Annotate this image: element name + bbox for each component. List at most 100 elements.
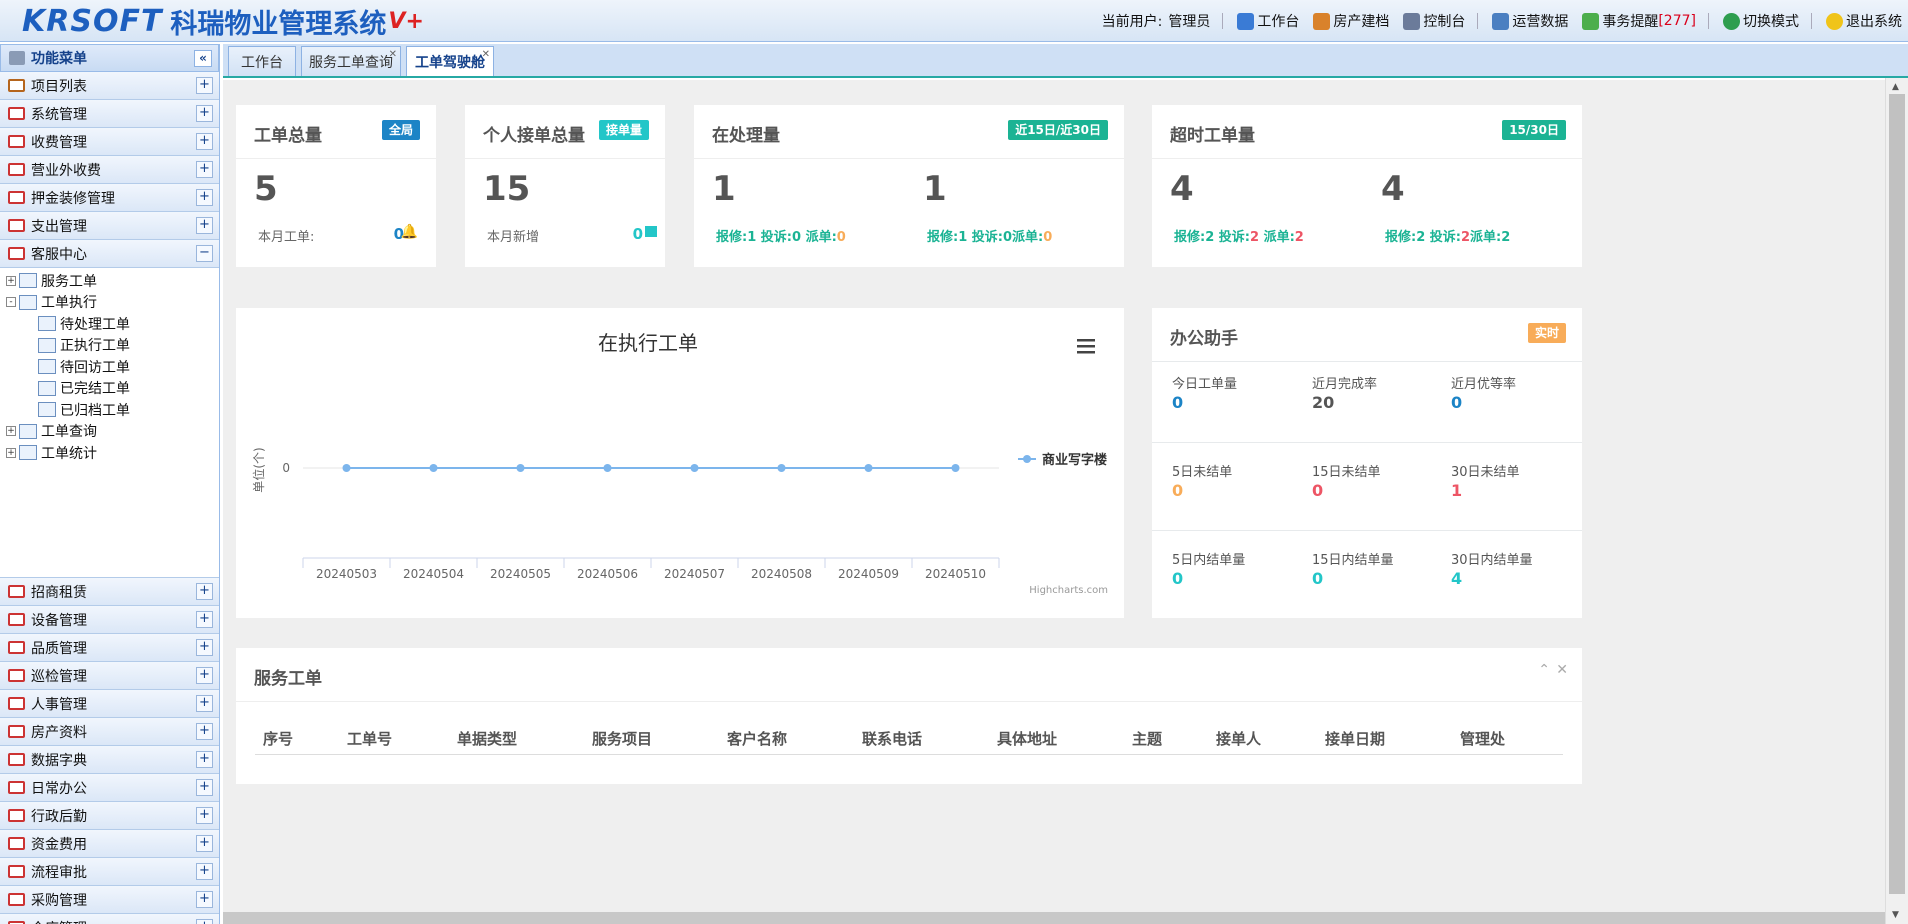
tab-order-cockpit[interactable]: 工单驾驶舱 ✕	[406, 46, 494, 76]
workbench-link[interactable]: 工作台	[1237, 11, 1299, 31]
sidebar-section[interactable]: 数据字典 +	[0, 746, 219, 774]
data-point[interactable]	[864, 464, 873, 472]
tab-workbench[interactable]: 工作台	[228, 46, 296, 76]
sidebar-section[interactable]: 仓库管理 +	[0, 914, 219, 924]
tree-node[interactable]: - 工单执行	[0, 292, 219, 314]
tree-node[interactable]: 已归档工单	[0, 399, 219, 421]
scrollbar-thumb[interactable]	[1889, 94, 1905, 894]
data-point[interactable]	[690, 464, 699, 472]
tab-service-order-query[interactable]: 服务工单查询 ✕	[301, 46, 401, 76]
bell-icon: 🔔	[400, 224, 418, 240]
expand-section-icon[interactable]: +	[196, 77, 213, 94]
collapse-icon[interactable]: -	[6, 297, 16, 308]
column-header[interactable]: 联系电话	[862, 728, 922, 749]
sidebar-section-label: 资金费用	[31, 836, 87, 853]
column-header[interactable]: 服务项目	[592, 728, 652, 749]
data-point[interactable]	[429, 464, 438, 472]
sidebar-section[interactable]: 房产资料 +	[0, 718, 219, 746]
expand-section-icon[interactable]: +	[196, 751, 213, 768]
scroll-up-arrow[interactable]: ▲	[1892, 82, 1899, 92]
expand-section-icon[interactable]: +	[196, 779, 213, 796]
column-header[interactable]: 单据类型	[457, 728, 517, 749]
sidebar-section[interactable]: 流程审批 +	[0, 858, 219, 886]
tree-node[interactable]: + 服务工单	[0, 270, 219, 292]
expand-section-icon[interactable]: +	[196, 863, 213, 880]
column-header[interactable]: 接单人	[1216, 728, 1261, 749]
data-point[interactable]	[342, 464, 351, 472]
sidebar-section[interactable]: 押金装修管理 +	[0, 184, 219, 212]
expand-section-icon[interactable]: +	[196, 835, 213, 852]
expand-section-icon[interactable]: +	[196, 639, 213, 656]
column-header[interactable]: 管理处	[1460, 728, 1505, 749]
column-header[interactable]: 具体地址	[997, 728, 1057, 749]
sidebar-section-label: 数据字典	[31, 752, 87, 769]
vertical-scrollbar[interactable]: ▲ ▼	[1885, 78, 1908, 924]
operations-link[interactable]: 运营数据	[1492, 11, 1568, 31]
expand-section-icon[interactable]: +	[196, 611, 213, 628]
horizontal-scrollbar[interactable]	[223, 912, 1885, 924]
tree-node[interactable]: 待处理工单	[0, 313, 219, 335]
column-header[interactable]: 工单号	[347, 728, 392, 749]
data-point[interactable]	[951, 464, 960, 472]
sidebar-section[interactable]: 日常办公 +	[0, 774, 219, 802]
collapse-icon[interactable]: ⌃	[1538, 662, 1550, 678]
sidebar-section[interactable]: 人事管理 +	[0, 690, 219, 718]
column-header[interactable]: 主题	[1132, 728, 1162, 749]
sidebar-section[interactable]: 收费管理 +	[0, 128, 219, 156]
sidebar-section[interactable]: 项目列表 +	[0, 72, 219, 100]
expand-section-icon[interactable]: +	[196, 189, 213, 206]
expand-icon[interactable]: +	[6, 275, 16, 286]
sidebar-section[interactable]: 巡检管理 +	[0, 662, 219, 690]
collapse-section-icon[interactable]: −	[196, 245, 213, 262]
close-icon[interactable]: ✕	[482, 49, 490, 60]
sidebar-section[interactable]: 品质管理 +	[0, 634, 219, 662]
expand-icon[interactable]: +	[6, 447, 16, 458]
column-header[interactable]: 序号	[263, 728, 293, 749]
close-icon[interactable]: ✕	[1556, 662, 1568, 678]
expand-section-icon[interactable]: +	[196, 807, 213, 824]
sidebar-section[interactable]: 资金费用 +	[0, 830, 219, 858]
sidebar-section[interactable]: 招商租赁 +	[0, 578, 219, 606]
expand-section-icon[interactable]: +	[196, 217, 213, 234]
chart-menu-icon[interactable]	[1077, 339, 1095, 354]
sidebar-section[interactable]: 客服中心 −	[0, 240, 219, 268]
expand-section-icon[interactable]: +	[196, 891, 213, 908]
sidebar-section[interactable]: 行政后勤 +	[0, 802, 219, 830]
expand-section-icon[interactable]: +	[196, 695, 213, 712]
tree-node-label: 待回访工单	[60, 359, 130, 376]
expand-section-icon[interactable]: +	[196, 105, 213, 122]
sidebar-section[interactable]: 支出管理 +	[0, 212, 219, 240]
sidebar-section[interactable]: 系统管理 +	[0, 100, 219, 128]
expand-section-icon[interactable]: +	[196, 667, 213, 684]
expand-section-icon[interactable]: +	[196, 583, 213, 600]
expand-section-icon[interactable]: +	[196, 161, 213, 178]
scroll-down-arrow[interactable]: ▼	[1892, 910, 1899, 920]
expand-section-icon[interactable]: +	[196, 133, 213, 150]
column-header[interactable]: 客户名称	[727, 728, 787, 749]
property-archive-link[interactable]: 房产建档	[1313, 11, 1389, 31]
tree-node[interactable]: + 工单查询	[0, 421, 219, 443]
tree-node[interactable]: 正执行工单	[0, 335, 219, 357]
tree-node[interactable]: 待回访工单	[0, 356, 219, 378]
tree-node-label: 工单统计	[41, 445, 97, 462]
switch-mode-link[interactable]: 切换模式	[1723, 11, 1799, 31]
expand-section-icon[interactable]: +	[196, 723, 213, 740]
sidebar-section[interactable]: 设备管理 +	[0, 606, 219, 634]
data-point[interactable]	[516, 464, 525, 472]
collapse-sidebar-button[interactable]: «	[194, 50, 212, 67]
console-link[interactable]: 控制台	[1403, 11, 1465, 31]
tree-node[interactable]: 已完结工单	[0, 378, 219, 400]
chart-credits[interactable]: Highcharts.com	[1029, 585, 1108, 596]
tree-node[interactable]: + 工单统计	[0, 442, 219, 464]
close-icon[interactable]: ✕	[389, 49, 397, 60]
data-point[interactable]	[777, 464, 786, 472]
legend-item[interactable]: 商业写字楼	[1018, 452, 1107, 468]
expand-icon[interactable]: +	[6, 426, 16, 437]
expand-section-icon[interactable]: +	[196, 919, 213, 924]
column-header[interactable]: 接单日期	[1325, 728, 1385, 749]
logout-link[interactable]: 退出系统	[1826, 11, 1902, 31]
sidebar-section[interactable]: 采购管理 +	[0, 886, 219, 914]
sidebar-section[interactable]: 营业外收费 +	[0, 156, 219, 184]
data-point[interactable]	[603, 464, 612, 472]
reminders-link[interactable]: 事务提醒 [277]	[1582, 11, 1696, 31]
